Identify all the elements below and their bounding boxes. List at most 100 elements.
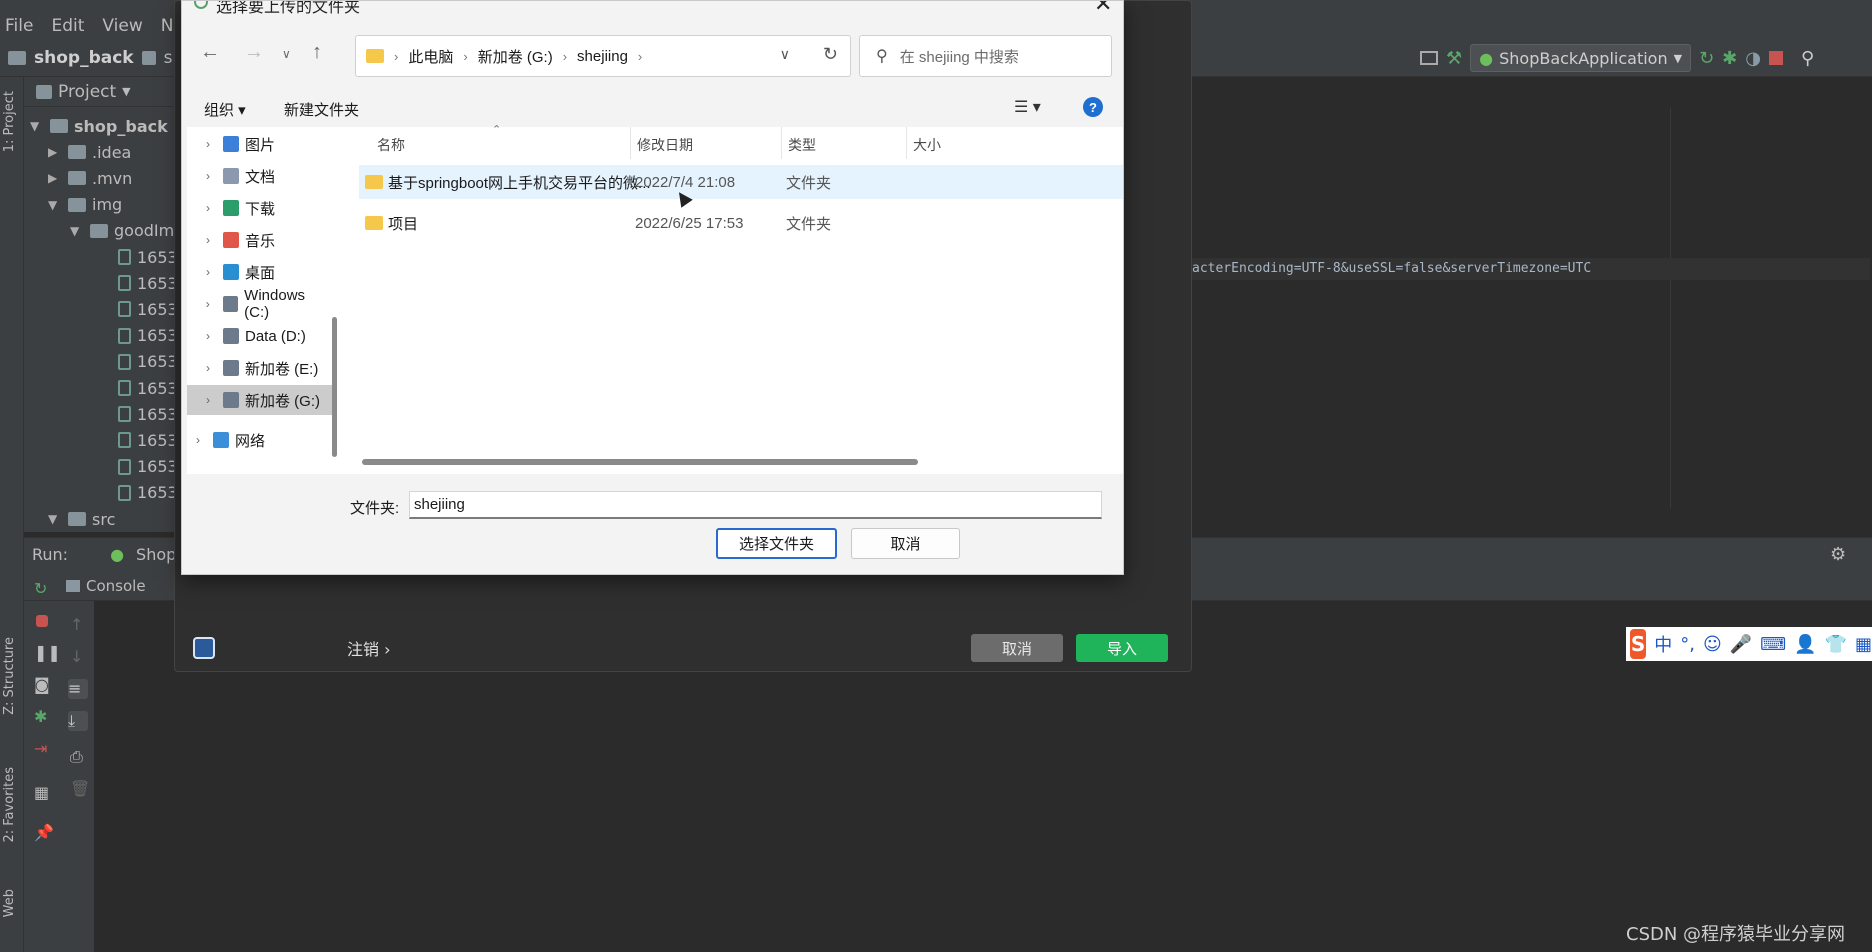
tree-file[interactable]: 1653 [118,270,178,296]
web-tool-tab[interactable]: Web [2,889,17,917]
tree-folder[interactable]: ▼ src [48,506,115,532]
expand-arrow-icon[interactable]: ▶ [48,145,62,159]
soft-wrap-icon[interactable]: ≡ [68,679,88,699]
tree-file[interactable]: 1653 [118,454,178,480]
stop-icon[interactable] [36,615,48,627]
tree-folder[interactable]: ▼shop_backG: [30,113,192,139]
ime-mode[interactable]: 中 [1654,631,1672,657]
tree-file[interactable]: 1653 [118,401,178,427]
rerun-icon[interactable]: ↻ [1699,48,1714,69]
breadcrumb-shejiing[interactable]: shejiing [577,48,628,65]
chevron-right-icon[interactable]: › [199,169,217,183]
column-divider[interactable] [781,127,782,159]
expand-arrow-icon[interactable]: ▼ [30,119,44,133]
down-arrow-icon[interactable]: ↓ [70,647,90,667]
nav-item[interactable]: › 下载 [187,193,332,223]
layout-icon[interactable]: ▦ [34,783,54,803]
nav-item[interactable]: › 音乐 [187,225,332,255]
code-line[interactable]: acterEncoding=UTF-8&useSSL=false&serverT… [1192,258,1870,280]
expand-arrow-icon[interactable]: ▼ [48,512,62,526]
column-type[interactable]: 类型 [788,135,816,155]
up-arrow-icon[interactable]: ↑ [312,41,322,64]
tree-folder[interactable]: ▼ goodIm [70,218,174,244]
horizontal-scrollbar[interactable] [362,459,918,465]
file-row[interactable]: 基于springboot网上手机交易平台的微... 2022/7/4 21:08 文… [359,165,1123,199]
chevron-right-icon[interactable]: › [199,393,217,407]
debug-bug-icon[interactable]: ✱ [1722,48,1737,69]
tree-file[interactable]: 1653 [118,427,178,453]
new-folder-button[interactable]: 新建文件夹 [284,99,359,120]
run-configuration-select[interactable]: ● ShopBackApplication ▼ [1470,44,1692,72]
pin-icon[interactable]: 📌 [34,823,54,843]
favorites-tool-tab[interactable]: 2: Favorites [2,767,17,843]
ime-punct[interactable]: °, [1680,634,1695,655]
project-panel-title[interactable]: Project [58,82,116,102]
chevron-right-icon[interactable]: › [199,137,217,151]
search-icon[interactable]: ⚲ [1801,48,1814,69]
tree-folder[interactable]: ▶ .idea [48,139,131,165]
organize-menu[interactable]: 组织 ▾ [204,99,246,120]
build-hammer-icon[interactable]: ⚒ [1446,48,1462,69]
nav-scroll-thumb[interactable] [332,317,337,457]
trash-icon[interactable]: 🗑 [70,779,90,799]
print-icon[interactable]: ⎙ [70,747,90,767]
chevron-right-icon[interactable]: › [199,233,217,247]
tree-folder[interactable]: ▶ .mvn [48,165,132,191]
nav-item[interactable]: › 网络 [187,425,332,455]
console-tab[interactable]: Console [66,577,146,595]
recent-chevron-icon[interactable]: ∨ [282,47,291,61]
skin-shirt-icon[interactable]: 👕 [1825,634,1847,655]
breadcrumb-project[interactable]: shop_back [34,48,134,68]
breadcrumb-this-pc[interactable]: 此电脑 [408,46,453,67]
pause-icon[interactable]: ❚❚ [34,643,61,663]
microphone-icon[interactable]: 🎤 [1730,634,1752,655]
scroll-to-end-icon[interactable]: ⤓ [68,711,88,731]
close-icon[interactable]: ✕ [1094,1,1112,15]
column-divider[interactable] [630,127,631,159]
tree-file[interactable]: 1653 [118,296,178,322]
tree-file[interactable]: 1653 [118,375,178,401]
breadcrumb-drive-g[interactable]: 新加卷 (G:) [478,46,553,67]
column-date[interactable]: 修改日期 [637,135,693,155]
forward-arrow-icon[interactable]: → [244,41,264,64]
tree-folder[interactable]: ▼ img [48,192,122,218]
refresh-icon[interactable]: ↻ [823,44,838,65]
nav-item[interactable]: › 新加卷 (G:) [187,385,332,415]
user-icon[interactable]: 👤 [1794,634,1816,655]
project-tool-tab[interactable]: 1: Project [2,91,17,152]
back-arrow-icon[interactable]: ← [200,41,220,64]
grid-menu-icon[interactable]: ▦ [1855,634,1872,655]
expand-arrow-icon[interactable]: ▼ [70,224,84,238]
chevron-right-icon[interactable]: › [199,361,217,375]
rerun-icon[interactable]: ↻ [34,579,54,599]
expand-arrow-icon[interactable]: ▶ [48,171,62,185]
coverage-icon[interactable]: ◑ [1745,48,1761,69]
exit-icon[interactable]: ⇥ [34,739,54,759]
nav-item[interactable]: › 新加卷 (E:) [187,353,332,383]
help-icon[interactable]: ? [1083,97,1103,117]
nav-item[interactable]: › Data (D:) [187,321,332,351]
column-divider[interactable] [906,127,907,159]
keyboard-icon[interactable]: ⌨ [1760,634,1786,655]
nav-item[interactable]: › 图片 [187,129,332,159]
editor-area[interactable] [1192,77,1872,507]
tree-file[interactable]: 1653 [118,244,178,270]
column-name[interactable]: 名称 [377,135,405,155]
debug-icon[interactable]: ✱ [34,707,54,727]
import-button[interactable]: 导入 [1076,634,1168,662]
chevron-down-icon[interactable]: ▼ [122,85,130,98]
logout-link[interactable]: 注销 › [347,636,391,660]
chevron-right-icon[interactable]: › [199,265,217,279]
tree-file[interactable]: 1653 [118,323,178,349]
emoji-icon[interactable]: ☺ [1703,634,1722,655]
chevron-down-icon[interactable]: ∨ [780,46,790,63]
folder-name-input[interactable]: shejiing [409,491,1102,519]
column-size[interactable]: 大小 [913,135,941,155]
chevron-right-icon[interactable]: › [189,433,207,447]
select-folder-button[interactable]: 选择文件夹 [716,528,837,559]
nav-item[interactable]: › Windows (C:) [187,287,332,321]
picker-cancel-button[interactable]: 取消 [851,528,960,559]
settings-gear-icon[interactable]: ⚙ [1830,544,1846,565]
up-arrow-icon[interactable]: ↑ [70,615,90,635]
file-row[interactable]: 项目 2022/6/25 17:53 文件夹 [359,206,1123,240]
